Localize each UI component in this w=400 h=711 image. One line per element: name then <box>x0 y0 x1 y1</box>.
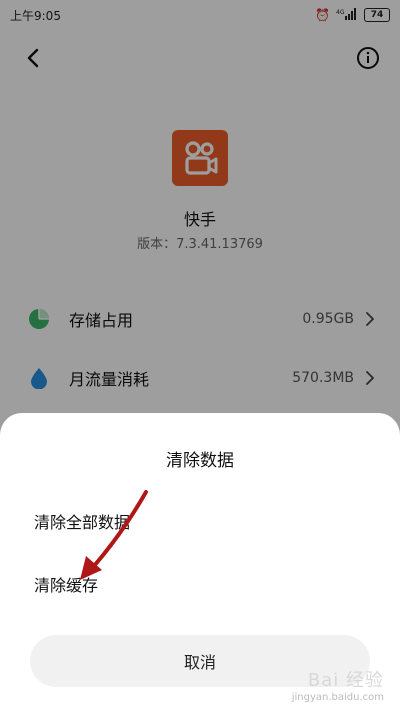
app-detail-screen: 上午9:05 ⏰ 4G 74 快手 版本：7.3.41.13769 存储占用 0… <box>0 0 400 711</box>
sheet-title: 清除数据 <box>166 451 234 471</box>
clear-cache-option[interactable]: 清除缓存 <box>34 572 98 596</box>
clear-all-data-option[interactable]: 清除全部数据 <box>34 509 130 533</box>
watermark: Bai 经验 jingyan.baidu.com <box>292 666 384 703</box>
watermark-sub: jingyan.baidu.com <box>291 692 384 703</box>
watermark-main: Bai 经验 <box>307 670 384 691</box>
